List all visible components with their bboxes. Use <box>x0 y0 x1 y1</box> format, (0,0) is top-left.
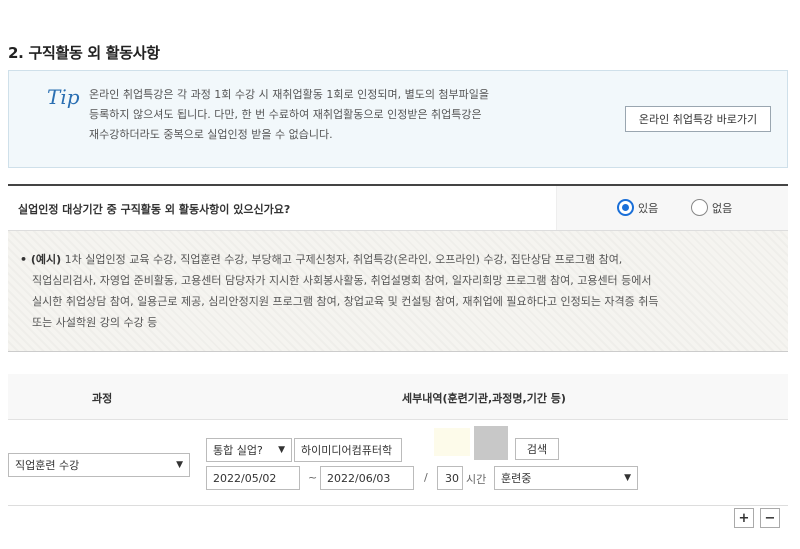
example-text: • (예시) 1차 실업인정 교육 수강, 직업훈련 수강, 부당해고 구제신청… <box>20 249 780 333</box>
date-range-separator: ~ <box>308 471 318 484</box>
activity-question-row: 실업인정 대상기간 중 구직활동 외 활동사항이 있으신가요? 있음 없음 <box>8 184 788 230</box>
activity-radio-area: 있음 없음 <box>556 186 788 230</box>
chevron-down-icon: ▼ <box>278 445 285 455</box>
status-select[interactable]: 훈련중 ▼ <box>494 466 638 490</box>
tip-line: 재수강하더라도 중복으로 실업인정 받을 수 없습니다. <box>89 128 333 141</box>
institution-name-input[interactable]: 하이미디어컴퓨터학 <box>294 438 402 462</box>
header-course: 과정 <box>92 392 113 405</box>
radio-yes-icon[interactable] <box>617 199 634 216</box>
example-box: • (예시) 1차 실업인정 교육 수강, 직업훈련 수강, 부당해고 구제신청… <box>8 230 788 352</box>
institution-type-select[interactable]: 통합 실업? ▼ <box>206 438 292 462</box>
course-select[interactable]: 직업훈련 수강 ▼ <box>8 453 190 477</box>
institution-type-value: 통합 실업? <box>213 444 263 457</box>
table-header: 과정 세부내역(훈련기관,과정명,기간 등) <box>8 374 788 420</box>
tip-line: 등록하지 않으셔도 됩니다. 다만, 한 번 수료하여 재취업활동으로 인정받은… <box>89 108 482 121</box>
chevron-down-icon: ▼ <box>176 460 183 470</box>
example-line: 또는 사설학원 강의 수강 등 <box>32 316 158 329</box>
radio-yes-label: 있음 <box>638 201 659 215</box>
example-line: 직업심리검사, 자영업 준비활동, 고용센터 담당자가 지시한 사회봉사활동, … <box>32 274 652 287</box>
start-date-input[interactable]: 2022/05/02 <box>206 466 300 490</box>
radio-no-label: 없음 <box>712 201 733 215</box>
header-detail: 세부내역(훈련기관,과정명,기간 등) <box>402 392 566 405</box>
tip-line: 온라인 취업특강은 각 과정 1회 수강 시 재취업활동 1회로 인정되며, 별… <box>89 88 490 101</box>
example-line: 실시한 취업상담 참여, 일용근로 제공, 심리안정지원 프로그램 참여, 창업… <box>32 295 659 308</box>
add-row-button[interactable]: + <box>734 508 754 528</box>
tip-logo: Tip <box>47 85 80 109</box>
remove-row-button[interactable]: − <box>760 508 780 528</box>
hours-unit: 시간 <box>466 473 487 486</box>
example-prefix: • (예시) <box>20 253 62 266</box>
tip-text: 온라인 취업특강은 각 과정 1회 수강 시 재취업활동 1회로 인정되며, 별… <box>89 85 559 145</box>
institution-placeholder-box <box>474 426 508 460</box>
tip-box: Tip 온라인 취업특강은 각 과정 1회 수강 시 재취업활동 1회로 인정되… <box>8 70 788 168</box>
slash-separator: / <box>424 471 428 484</box>
hours-input[interactable]: 30 <box>437 466 463 490</box>
chevron-down-icon: ▼ <box>624 473 631 483</box>
institution-highlight <box>434 428 470 456</box>
table-row: 직업훈련 수강 ▼ 통합 실업? ▼ 하이미디어컴퓨터학 검색 2022/05/… <box>8 420 788 506</box>
status-select-value: 훈련중 <box>501 472 532 485</box>
search-button[interactable]: 검색 <box>515 438 559 460</box>
radio-option-yes[interactable]: 있음 <box>617 199 658 216</box>
radio-option-no[interactable]: 없음 <box>691 199 732 216</box>
online-lecture-button[interactable]: 온라인 취업특강 바로가기 <box>625 106 771 132</box>
end-date-input[interactable]: 2022/06/03 <box>320 466 414 490</box>
section-title: 2. 구직활동 외 활동사항 <box>8 44 160 62</box>
example-line: 1차 실업인정 교육 수강, 직업훈련 수강, 부당해고 구제신청자, 취업특강… <box>61 253 623 266</box>
course-select-value: 직업훈련 수강 <box>15 459 80 472</box>
radio-no-icon[interactable] <box>691 199 708 216</box>
activity-question-label: 실업인정 대상기간 중 구직활동 외 활동사항이 있으신가요? <box>18 203 291 216</box>
